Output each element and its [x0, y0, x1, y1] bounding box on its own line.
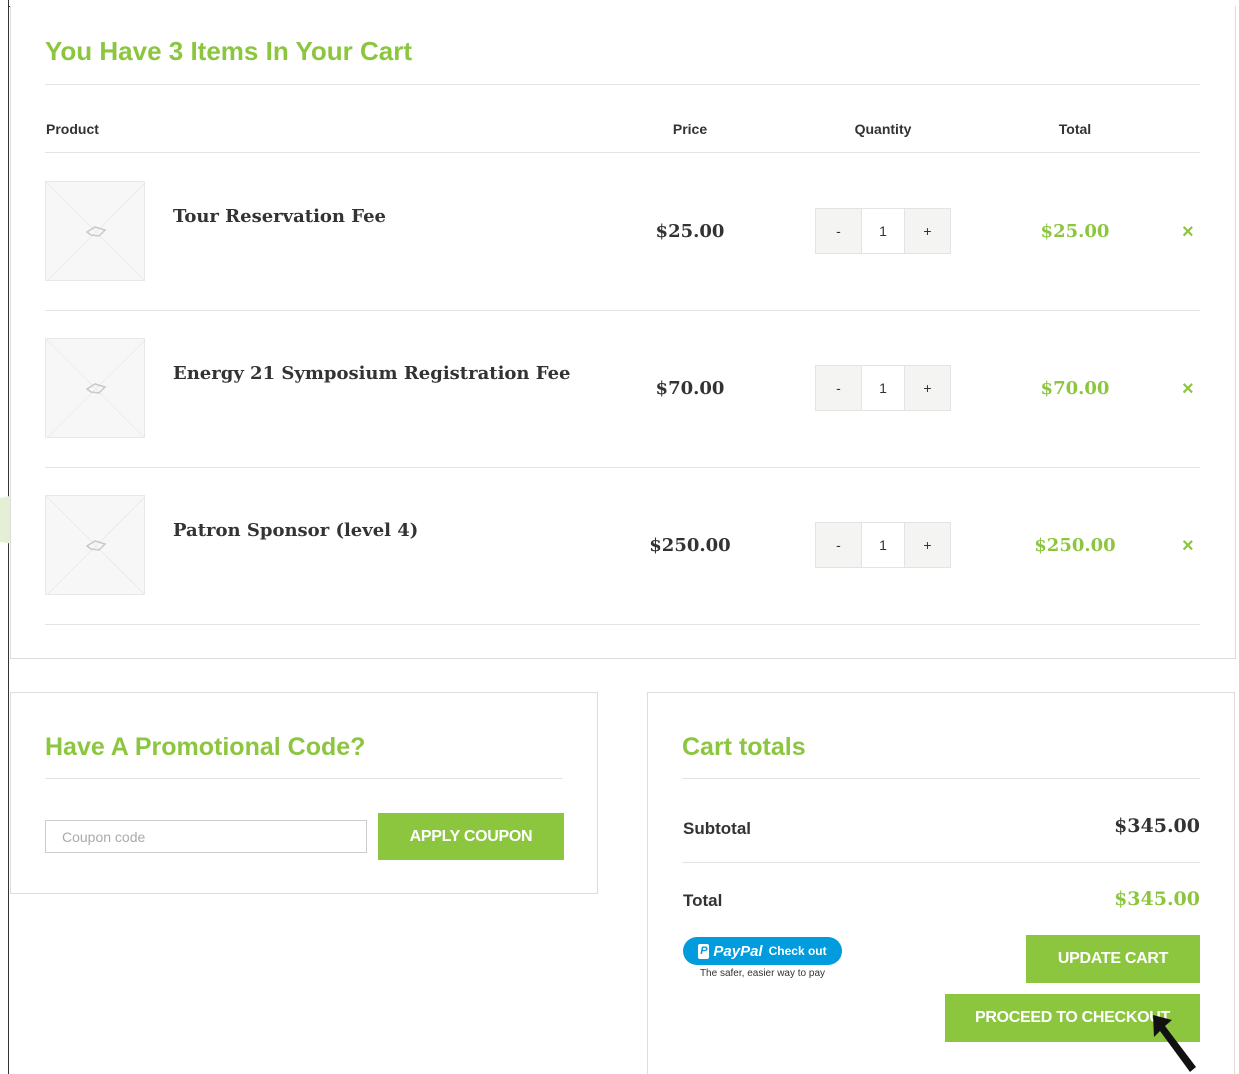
product-name[interactable]: Tour Reservation Fee	[173, 206, 386, 227]
line-total: $250.00	[1034, 535, 1116, 556]
line-total: $25.00	[1040, 221, 1110, 242]
quantity-decrease-button[interactable]: -	[816, 523, 861, 567]
update-cart-button[interactable]: UPDATE CART	[1026, 935, 1200, 983]
column-header-product: Product	[46, 121, 99, 137]
apply-coupon-button[interactable]: APPLY COUPON	[378, 813, 564, 860]
quantity-stepper: - 1 +	[815, 522, 951, 568]
promo-title: Have A Promotional Code?	[45, 733, 366, 761]
row-divider	[45, 624, 1200, 625]
promo-code-panel	[10, 692, 598, 894]
cart-totals-title: Cart totals	[682, 733, 806, 761]
quantity-input[interactable]: 1	[861, 366, 905, 410]
paypal-icon: P	[698, 943, 710, 959]
totals-divider	[682, 778, 1200, 779]
product-name[interactable]: Energy 21 Symposium Registration Fee	[173, 363, 570, 384]
image-placeholder-icon	[45, 181, 145, 281]
cart-item-row: Patron Sponsor (level 4) $250.00 - 1 + $…	[0, 467, 1239, 624]
paypal-tagline: The safer, easier way to pay	[699, 968, 826, 979]
coupon-code-input[interactable]	[45, 820, 367, 853]
column-header-total: Total	[1058, 121, 1092, 137]
product-price: $250.00	[649, 535, 731, 556]
title-divider	[45, 84, 1200, 85]
total-value: $345.00	[1114, 888, 1200, 910]
line-total: $70.00	[1040, 378, 1110, 399]
cart-title: You Have 3 Items In Your Cart	[45, 36, 412, 66]
paypal-checkout-button[interactable]: P PayPal Check out	[683, 937, 842, 965]
paypal-logo: PayPal	[713, 942, 763, 960]
product-price: $70.00	[655, 378, 725, 399]
cursor-arrow-icon	[1153, 1015, 1196, 1072]
quantity-stepper: - 1 +	[815, 208, 951, 254]
quantity-increase-button[interactable]: +	[905, 366, 950, 410]
product-price: $25.00	[655, 221, 725, 242]
quantity-decrease-button[interactable]: -	[816, 209, 861, 253]
close-icon[interactable]: ×	[1182, 378, 1194, 401]
cart-item-row: Tour Reservation Fee $25.00 - 1 + $25.00…	[0, 153, 1239, 310]
total-label: Total	[683, 891, 723, 910]
image-placeholder-icon	[45, 338, 145, 438]
column-header-price: Price	[672, 121, 708, 137]
quantity-increase-button[interactable]: +	[905, 523, 950, 567]
close-icon[interactable]: ×	[1182, 535, 1194, 558]
column-header-quantity: Quantity	[854, 121, 912, 137]
quantity-decrease-button[interactable]: -	[816, 366, 861, 410]
quantity-input[interactable]: 1	[861, 209, 905, 253]
promo-divider	[45, 778, 563, 779]
cart-item-row: Energy 21 Symposium Registration Fee $70…	[0, 310, 1239, 467]
subtotal-value: $345.00	[1114, 815, 1200, 837]
close-icon[interactable]: ×	[1182, 221, 1194, 244]
quantity-input[interactable]: 1	[861, 523, 905, 567]
product-name[interactable]: Patron Sponsor (level 4)	[173, 520, 418, 541]
quantity-stepper: - 1 +	[815, 365, 951, 411]
subtotal-divider	[682, 862, 1200, 863]
image-placeholder-icon	[45, 495, 145, 595]
paypal-checkout-label: Check out	[768, 944, 827, 958]
subtotal-label: Subtotal	[683, 819, 751, 838]
quantity-increase-button[interactable]: +	[905, 209, 950, 253]
